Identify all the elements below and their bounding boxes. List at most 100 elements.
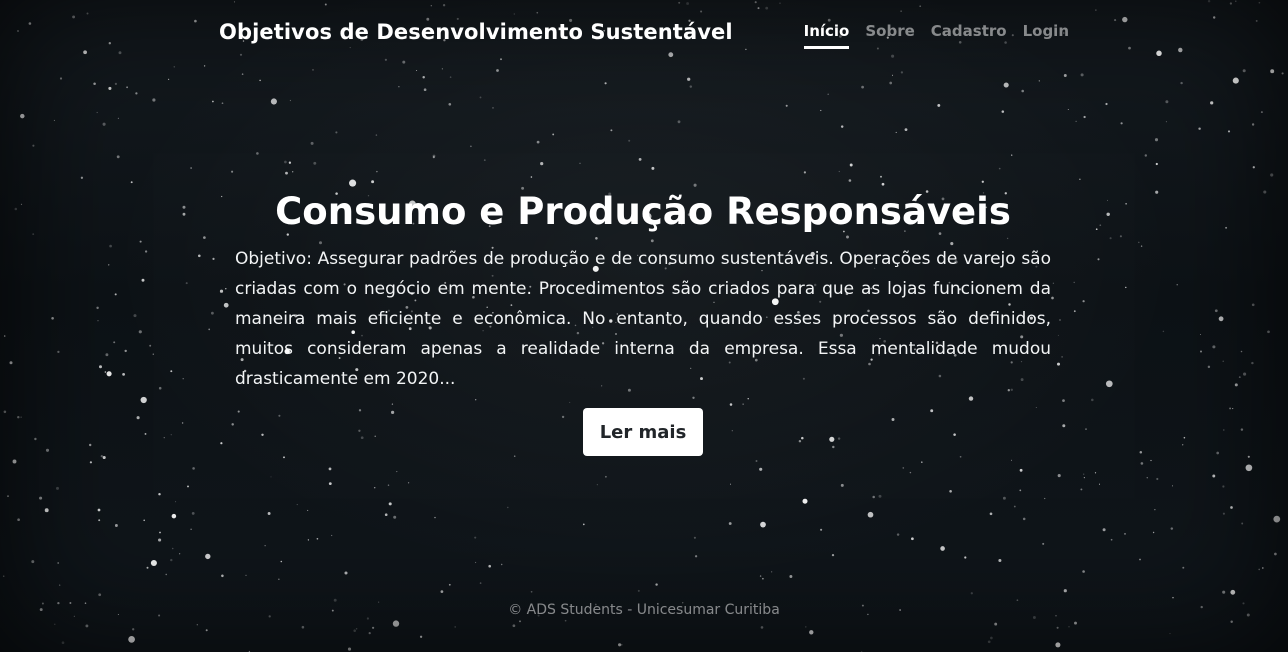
star-dot <box>270 98 277 105</box>
star-dot <box>384 513 388 517</box>
star-dot <box>759 467 763 471</box>
star-dot <box>114 293 117 296</box>
star-dot <box>396 471 398 473</box>
star-dot <box>1152 531 1155 534</box>
star-dot <box>789 575 793 578</box>
star-dot <box>1258 1 1261 4</box>
star-dot <box>1198 127 1201 130</box>
star-dot <box>128 636 135 643</box>
star-dot <box>921 461 923 463</box>
star-dot <box>1001 110 1005 113</box>
star-dot <box>57 562 60 564</box>
star-dot <box>689 85 693 88</box>
nav-link-cadastro[interactable]: Cadastro <box>931 22 1007 49</box>
star-dot <box>1106 199 1109 201</box>
star-dot <box>889 81 893 85</box>
star-dot <box>212 100 214 103</box>
star-dot <box>28 22 32 25</box>
star-dot <box>284 160 287 164</box>
star-dot <box>130 181 133 184</box>
star-dot <box>93 82 96 85</box>
star-dot <box>1270 69 1275 74</box>
star-dot <box>368 631 371 635</box>
star-dot <box>1083 115 1086 119</box>
star-dot <box>208 328 211 331</box>
star-dot <box>124 349 127 353</box>
site-brand[interactable]: Objetivos de Desenvolvimento Sustentável <box>219 20 733 44</box>
star-dot <box>896 533 900 536</box>
star-dot <box>173 66 176 68</box>
star-dot <box>1110 538 1113 541</box>
star-dot <box>1068 626 1070 628</box>
star-dot <box>1074 621 1077 625</box>
star-dot <box>1080 488 1083 491</box>
star-dot <box>108 86 112 90</box>
star-dot <box>1051 296 1054 300</box>
star-dot <box>1057 474 1061 478</box>
star-dot <box>1267 330 1270 334</box>
star-dot <box>231 423 234 426</box>
star-dot <box>85 624 89 628</box>
star-dot <box>610 129 613 132</box>
star-dot <box>96 111 98 114</box>
star-dot <box>307 539 310 541</box>
star-dot <box>1281 72 1284 75</box>
star-dot <box>106 371 112 377</box>
star-dot <box>1003 82 1009 88</box>
star-dot <box>182 205 186 209</box>
nav-link-login[interactable]: Login <box>1023 22 1069 49</box>
star-dot <box>880 175 882 178</box>
star-dot <box>474 536 477 539</box>
star-dot <box>1207 365 1211 369</box>
star-dot <box>1241 522 1244 525</box>
star-dot <box>530 176 533 178</box>
star-dot <box>998 167 1001 170</box>
star-dot <box>1073 310 1076 313</box>
star-dot <box>479 582 482 584</box>
star-dot <box>97 508 101 512</box>
star-dot <box>1067 108 1069 111</box>
star-dot <box>1057 334 1059 336</box>
star-dot <box>1082 300 1085 303</box>
read-more-button[interactable]: Ler mais <box>582 408 704 456</box>
star-dot <box>349 179 357 187</box>
star-dot <box>59 584 61 586</box>
star-dot <box>1128 46 1131 50</box>
site-header: Objetivos de Desenvolvimento Sustentável… <box>219 0 1069 70</box>
star-dot <box>1223 429 1225 431</box>
star-dot <box>102 455 106 460</box>
star-dot <box>878 494 882 498</box>
star-dot <box>454 626 457 628</box>
star-dot <box>57 350 60 354</box>
star-dot <box>141 278 145 282</box>
star-dot <box>1120 122 1123 125</box>
star-dot <box>422 75 425 79</box>
star-dot <box>231 170 234 173</box>
star-dot <box>1139 558 1141 561</box>
star-dot <box>288 161 292 164</box>
star-dot <box>1155 190 1159 194</box>
nav-link-sobre[interactable]: Sobre <box>865 22 914 49</box>
star-dot <box>205 629 208 632</box>
star-dot <box>220 442 223 445</box>
star-dot <box>1083 477 1085 479</box>
star-dot <box>1056 626 1059 629</box>
star-dot <box>146 566 149 569</box>
star-dot <box>987 640 991 644</box>
star-dot <box>372 626 375 629</box>
star-dot <box>14 207 18 211</box>
nav-link-inicio[interactable]: Início <box>803 22 850 49</box>
star-dot <box>139 240 142 243</box>
star-dot <box>693 183 697 187</box>
star-dot <box>264 545 266 547</box>
star-dot <box>31 560 35 564</box>
star-dot <box>1154 138 1159 142</box>
star-dot <box>1207 0 1211 3</box>
star-dot <box>1162 330 1165 333</box>
star-dot <box>219 289 224 293</box>
star-dot <box>167 78 170 81</box>
star-dot <box>51 317 54 320</box>
star-dot <box>182 212 186 216</box>
star-dot <box>902 467 905 469</box>
star-dot <box>803 171 807 174</box>
